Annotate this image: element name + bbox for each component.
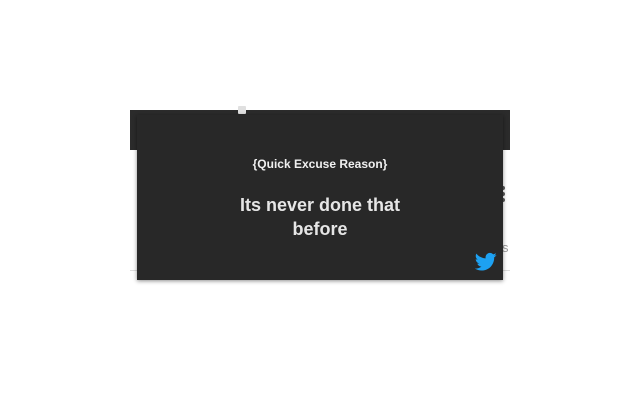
excuse-message: Its never done that before [239,195,401,239]
popup-header: {Quick Excuse Reason} [252,157,388,171]
excuse-popup: {Quick Excuse Reason} Its never done tha… [137,115,503,280]
background-tab-notch [238,106,246,114]
twitter-icon [475,252,497,271]
twitter-share-button[interactable] [475,252,497,272]
page: s {Quick Excuse Reason} Its never done t… [0,0,640,400]
